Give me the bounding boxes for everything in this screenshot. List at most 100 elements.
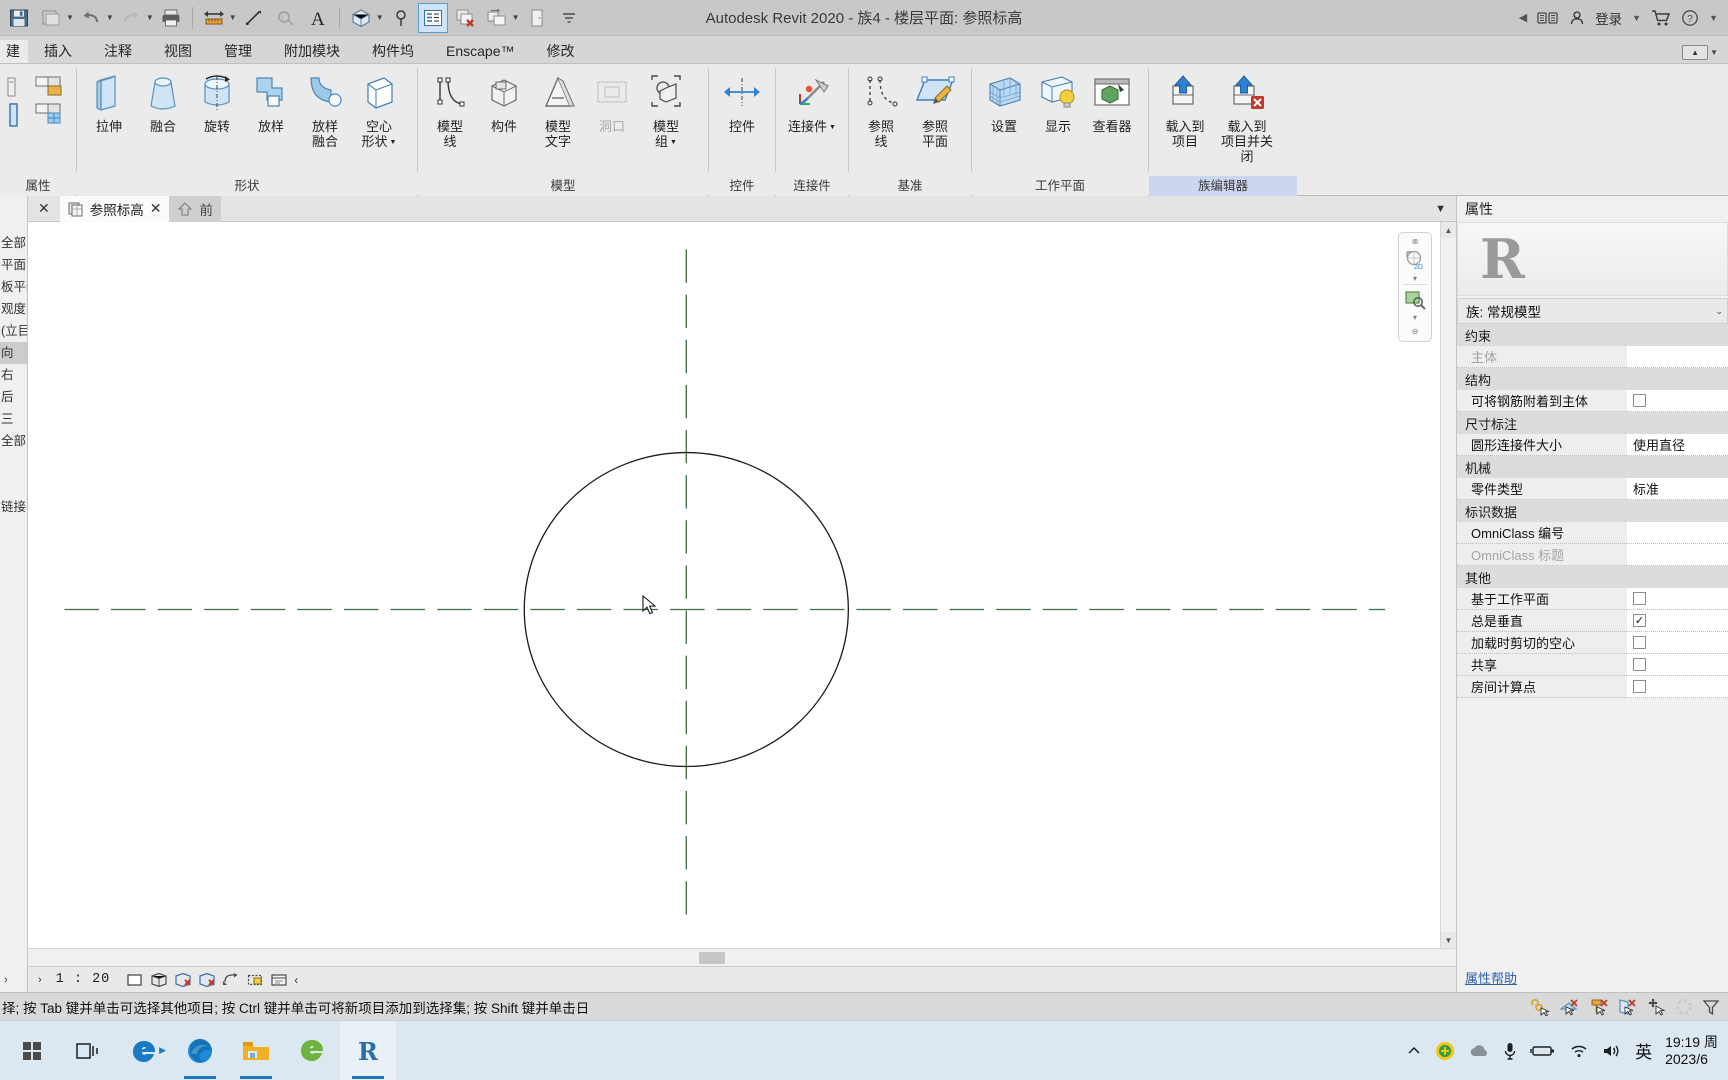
project-browser-item-1[interactable]: 平面 xyxy=(0,254,27,276)
ribbon-tab-component-dock[interactable]: 构件坞 xyxy=(356,40,430,63)
property-value-rebar-host[interactable] xyxy=(1627,390,1728,412)
checkbox-unchecked-icon[interactable] xyxy=(1633,680,1646,693)
project-browser-rail[interactable]: 全部 平面 板平i 观度 (立目 向 右 后 三 全部 链接 › xyxy=(0,196,28,992)
project-browser-item-4[interactable]: (立目 xyxy=(0,320,27,342)
table-row[interactable]: 加载时剪切的空心 xyxy=(1457,632,1728,654)
ribbon-button-void-forms[interactable]: 空心 形状 ▼ xyxy=(353,68,405,150)
internet-explorer-dropdown-caret[interactable]: ▶ xyxy=(159,1045,166,1056)
select-pinned-icon[interactable] xyxy=(1588,998,1608,1016)
login-dropdown-caret[interactable]: ▼ xyxy=(1632,13,1641,23)
redo-dropdown-caret[interactable]: ▼ xyxy=(146,13,154,22)
property-value-round-connector-size[interactable]: 使用直径 xyxy=(1627,434,1728,456)
property-value-always-vertical[interactable]: ✓ xyxy=(1627,610,1728,632)
view-control-more-chevron[interactable]: ‹ xyxy=(294,973,298,987)
view-control-expand-chevron[interactable]: › xyxy=(32,974,48,986)
left-arrow-icon[interactable]: ◀ xyxy=(1519,11,1527,24)
default-3d-view-icon[interactable] xyxy=(346,3,376,33)
connector-dropdown-caret[interactable]: ▼ xyxy=(829,124,836,131)
antivirus-icon[interactable] xyxy=(1435,1041,1455,1061)
select-by-face-icon[interactable] xyxy=(1617,998,1637,1016)
family-types-icon[interactable] xyxy=(6,102,64,128)
view-tab-overflow-caret[interactable]: ▼ xyxy=(1435,203,1456,215)
table-row[interactable]: 零件类型 标准 xyxy=(1457,478,1728,500)
scroll-down-arrow[interactable]: ▼ xyxy=(1440,932,1456,948)
ribbon-button-load-into-project[interactable]: 载入到 项目 xyxy=(1155,68,1215,149)
visual-style-icon[interactable] xyxy=(150,972,168,988)
chevron-down-icon[interactable]: ⌄ xyxy=(1715,306,1723,317)
ribbon-button-model-group[interactable]: 模型组 ▼ xyxy=(640,68,692,150)
checkbox-unchecked-icon[interactable] xyxy=(1633,636,1646,649)
shadows-icon[interactable] xyxy=(198,972,216,988)
table-row[interactable]: 房间计算点 xyxy=(1457,676,1728,698)
table-row[interactable]: 基于工作平面 xyxy=(1457,588,1728,610)
ribbon-tab-addins[interactable]: 附加模块 xyxy=(268,40,356,63)
property-value-part-type[interactable]: 标准 xyxy=(1627,478,1728,500)
ribbon-button-load-into-project-and-close[interactable]: 载入到 项目并关闭 xyxy=(1217,68,1277,164)
zoom-dropdown-caret[interactable]: ▾ xyxy=(1413,313,1417,322)
select-underlay-icon[interactable] xyxy=(1559,998,1579,1016)
ribbon-button-reference-plane[interactable]: 参照 平面 xyxy=(909,68,961,149)
ribbon-button-sweep[interactable]: 放样 xyxy=(245,68,297,134)
ribbon-tab-modify[interactable]: 修改 xyxy=(530,40,590,63)
property-value-room-calculation-point[interactable] xyxy=(1627,676,1728,698)
project-browser-item-2[interactable]: 板平i xyxy=(0,276,27,298)
door-icon[interactable] xyxy=(522,3,552,33)
property-value-cut-with-voids[interactable] xyxy=(1627,632,1728,654)
measure-icon[interactable] xyxy=(199,3,229,33)
file-explorer-icon[interactable] xyxy=(228,1021,284,1080)
close-all-views-button[interactable]: ✕ xyxy=(28,200,60,217)
scroll-up-arrow[interactable]: ▲ xyxy=(1440,222,1456,238)
task-view-icon[interactable] xyxy=(60,1021,116,1080)
switch-windows-icon[interactable] xyxy=(482,3,512,33)
view-scale-label[interactable]: 1 : 20 xyxy=(56,972,111,987)
project-browser-item-5[interactable]: 向 xyxy=(0,342,27,364)
property-value-omniclass-title[interactable] xyxy=(1627,544,1728,566)
project-browser-item-7[interactable]: 后 xyxy=(0,386,27,408)
properties-icon[interactable] xyxy=(6,74,64,100)
wifi-icon[interactable] xyxy=(1569,1043,1589,1059)
ribbon-button-model-text[interactable]: 模型 文字 xyxy=(532,68,584,149)
drawing-canvas[interactable] xyxy=(28,222,1456,948)
filter-icon[interactable] xyxy=(1702,998,1720,1016)
canvas-horizontal-scrollbar[interactable] xyxy=(28,948,1456,966)
volume-icon[interactable] xyxy=(1602,1043,1622,1059)
navigation-bar-close-icon[interactable]: ⊗ xyxy=(1412,237,1419,246)
sun-path-icon[interactable] xyxy=(174,972,192,988)
account-icon[interactable] xyxy=(1569,10,1585,26)
navigation-bar[interactable]: ⊗ 2D ▾ ▾ ⊖ xyxy=(1398,232,1432,342)
render-icon[interactable] xyxy=(222,972,240,988)
start-icon[interactable] xyxy=(4,1021,60,1080)
zoom-region-icon[interactable] xyxy=(1401,286,1429,312)
help-dropdown-caret[interactable]: ▼ xyxy=(1709,13,1718,23)
ribbon-button-set-workplane[interactable]: 设置 xyxy=(978,68,1030,134)
type-selector[interactable]: 族: 常规模型 ⌄ xyxy=(1457,298,1728,324)
ribbon-button-control[interactable]: 控件 xyxy=(716,68,768,134)
microphone-icon[interactable] xyxy=(1503,1041,1517,1061)
ribbon-tab-enscape[interactable]: Enscape™ xyxy=(430,40,530,63)
ribbon-button-extrusion[interactable]: 拉伸 xyxy=(83,68,135,134)
onedrive-icon[interactable] xyxy=(1468,1043,1490,1059)
ribbon-button-swept-blend[interactable]: 放样 融合 xyxy=(299,68,351,149)
ribbon-tab-manage[interactable]: 管理 xyxy=(208,40,268,63)
project-browser-item-6[interactable]: 右 xyxy=(0,364,27,386)
save-icon[interactable] xyxy=(4,3,34,33)
cart-icon[interactable] xyxy=(1651,9,1671,27)
text-icon[interactable]: A xyxy=(303,3,333,33)
property-value-work-plane-based[interactable] xyxy=(1627,588,1728,610)
ribbon-button-revolve[interactable]: 旋转 xyxy=(191,68,243,134)
ribbon-button-model-line[interactable]: 模型线 xyxy=(424,68,476,149)
show-hidden-icons-icon[interactable] xyxy=(1406,1044,1422,1058)
table-row[interactable]: 圆形连接件大小 使用直径 xyxy=(1457,434,1728,456)
login-button[interactable]: 登录 xyxy=(1595,8,1622,28)
revit-icon[interactable]: R xyxy=(340,1020,396,1080)
legacy-browser-icon[interactable] xyxy=(284,1021,340,1080)
help-icon[interactable]: ? xyxy=(1681,9,1699,27)
save-as-dropdown-caret[interactable]: ▼ xyxy=(66,13,74,22)
drag-elements-icon[interactable] xyxy=(1646,998,1666,1016)
ribbon-button-opening[interactable]: 洞口 xyxy=(586,68,638,134)
canvas-vertical-scrollbar[interactable]: ▲ ▼ xyxy=(1440,222,1456,948)
thin-lines-icon[interactable] xyxy=(417,2,448,33)
ribbon-button-reference-line[interactable]: 参照线 xyxy=(855,68,907,149)
project-browser-item-3[interactable]: 观度 xyxy=(0,298,27,320)
customize-qat-icon[interactable] xyxy=(554,3,584,33)
